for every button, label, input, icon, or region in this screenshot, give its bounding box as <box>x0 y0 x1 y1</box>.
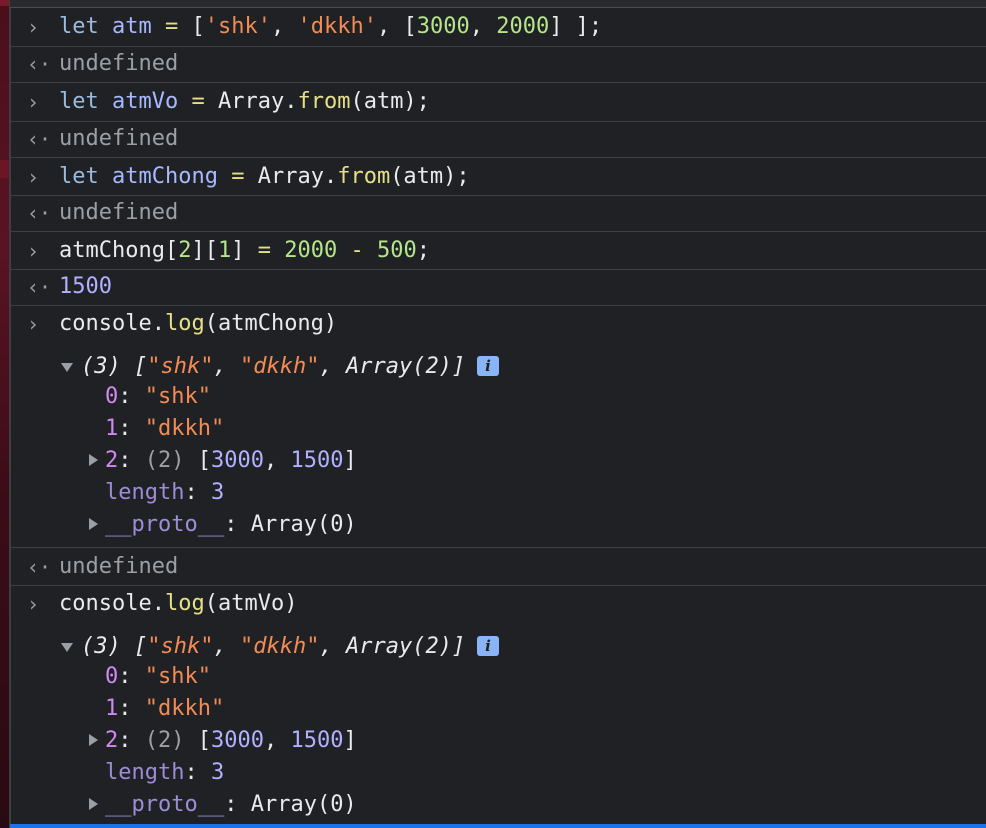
return-arrow-icon: ‹· <box>27 201 52 225</box>
console-input-text[interactable]: let atmChong = Array.from(atm); <box>59 165 470 188</box>
proto-property[interactable]: __proto__: Array(0) <box>105 514 357 536</box>
chevron-right-icon: › <box>27 164 40 189</box>
expand-triangle-icon[interactable] <box>89 734 98 746</box>
console-output-text: undefined <box>59 200 179 225</box>
edge-notch-mid <box>0 160 9 178</box>
console-output-row: ‹· undefined <box>11 195 986 232</box>
console-output-row: ‹· undefined <box>11 548 986 586</box>
console-input-row[interactable]: › console.log(atmChong) <box>11 306 986 342</box>
return-arrow-icon: ‹· <box>27 554 52 579</box>
console-input-text[interactable]: atmChong[2][1] = 2000 - 500; <box>59 239 430 262</box>
console-output-text: undefined <box>59 126 179 151</box>
console-prompt-focus-bar[interactable] <box>10 824 986 828</box>
chevron-right-icon: › <box>27 592 40 616</box>
chevron-right-icon: › <box>27 90 40 114</box>
console-input-text[interactable]: console.log(atmVo) <box>59 593 297 615</box>
expand-triangle-icon[interactable] <box>89 518 98 530</box>
console-output-value: 1500 <box>59 274 112 299</box>
info-icon[interactable]: i <box>477 636 499 656</box>
log-object-block: (3) ["shk", "dkkh", Array(2)] i 0: "shk"… <box>11 342 986 548</box>
console-output-row: ‹· undefined <box>11 46 986 83</box>
array-property: 1: "dkkh" <box>105 696 225 721</box>
console-input-text[interactable]: console.log(atmChong) <box>59 313 337 335</box>
console-input-row[interactable]: › let atmVo = Array.from(atm); <box>11 83 986 122</box>
info-icon[interactable]: i <box>477 356 499 376</box>
nested-array-property[interactable]: 2: (2) [3000, 1500] <box>105 730 357 752</box>
proto-property[interactable]: __proto__: Array(0) <box>105 794 357 816</box>
console-input-text[interactable]: let atm = ['shk', 'dkkh', [3000, 2000] ]… <box>59 16 602 38</box>
console-output-text: undefined <box>59 51 179 76</box>
chevron-right-icon: › <box>27 238 40 263</box>
console-input-row[interactable]: › let atmChong = Array.from(atm); <box>11 158 986 196</box>
left-window-edge <box>0 0 10 828</box>
array-property: 0: "shk" <box>105 664 211 689</box>
console-toolbar-edge <box>10 0 986 8</box>
array-property: 0: "shk" <box>105 384 211 409</box>
nested-array-property[interactable]: 2: (2) [3000, 1500] <box>105 450 357 472</box>
console-output-text: undefined <box>59 553 179 579</box>
console-output-row: ‹· 1500 <box>11 269 986 306</box>
chevron-right-icon: › <box>27 312 40 336</box>
expand-triangle-icon[interactable] <box>89 798 98 810</box>
length-property: length: 3 <box>105 760 225 785</box>
expand-triangle-icon[interactable] <box>89 454 98 466</box>
array-property: 1: "dkkh" <box>105 416 225 441</box>
log-object-block: (3) ["shk", "dkkh", Array(2)] i 0: "shk"… <box>11 622 986 822</box>
return-arrow-icon: ‹· <box>27 52 52 76</box>
length-property: length: 3 <box>105 480 225 505</box>
console-input-row[interactable]: › atmChong[2][1] = 2000 - 500; <box>11 232 986 270</box>
expand-triangle-icon[interactable] <box>61 643 73 652</box>
console-input-row[interactable]: › let atm = ['shk', 'dkkh', [3000, 2000]… <box>11 8 986 47</box>
console-input-row[interactable]: › console.log(atmVo) <box>11 586 986 622</box>
chevron-right-icon: › <box>27 15 40 39</box>
array-summary[interactable]: (3) ["shk", "dkkh", Array(2)] <box>81 636 465 658</box>
console-input-text[interactable]: let atmVo = Array.from(atm); <box>59 91 430 113</box>
return-arrow-icon: ‹· <box>27 127 52 151</box>
expand-triangle-icon[interactable] <box>61 363 73 372</box>
edge-notch-top <box>0 0 9 6</box>
console-panel[interactable]: › let atm = ['shk', 'dkkh', [3000, 2000]… <box>10 0 986 828</box>
return-arrow-icon: ‹· <box>27 275 52 299</box>
array-summary[interactable]: (3) ["shk", "dkkh", Array(2)] <box>81 356 465 378</box>
console-output-row: ‹· undefined <box>11 121 986 158</box>
